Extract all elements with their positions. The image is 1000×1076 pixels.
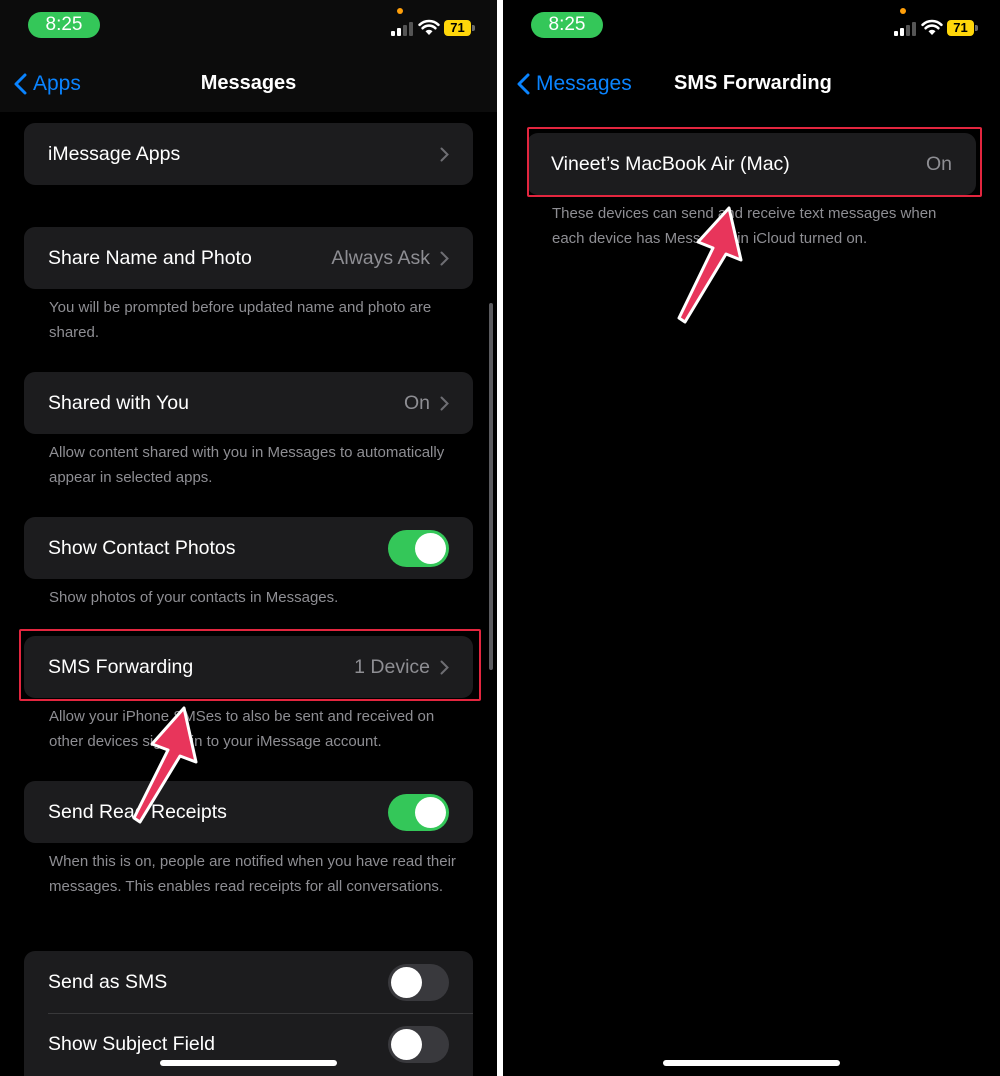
chevron-left-icon [517,73,530,95]
row-label: Show Subject Field [48,1032,215,1055]
wifi-icon [418,19,440,35]
toggle-knob [391,966,422,998]
subject-field-toggle[interactable] [388,1025,449,1063]
row-label: Send Read Receipts [48,800,227,823]
read-receipts-group: Send Read Receipts [24,781,473,843]
cellular-signal-icon [391,22,415,36]
chevron-right-icon [440,147,449,161]
contact-photos-footer: Show photos of your contacts in Messages… [49,589,339,606]
page-title: Messages [200,72,297,94]
status-bar: 8:25 71 [503,0,1000,50]
send-as-sms-toggle[interactable] [388,963,449,1001]
privacy-indicator-dot [900,8,906,14]
battery-tip [472,25,475,31]
row-label: Share Name and Photo [48,246,252,269]
home-indicator[interactable] [663,1060,840,1066]
chevron-right-icon [440,396,449,410]
contact-photos-toggle[interactable] [388,529,449,567]
battery-tip [975,25,978,31]
status-bar: 8:25 71 [0,0,497,50]
chevron-right-icon [440,251,449,265]
scrollbar[interactable] [489,303,493,670]
pointer-arrow-icon [132,706,198,824]
sms-forwarding-footer: Allow your iPhone SMSes to also be sent … [49,708,435,750]
row-value: Always Ask [331,246,430,269]
sms-forwarding-screen: 8:25 71 Messages SMS Forwarding Vineet’s… [503,0,1000,1076]
shared-with-you-footer: Allow content shared with you in Message… [49,444,445,486]
shared-with-you-row[interactable]: Shared with You On [24,372,473,434]
toggle-knob [415,532,446,564]
devices-footer: These devices can send and receive text … [552,205,937,247]
back-button[interactable]: Messages [517,70,632,98]
home-indicator[interactable] [160,1060,337,1066]
send-as-sms-row: Send as SMS [24,951,473,1013]
contact-photos-row: Show Contact Photos [24,517,473,579]
privacy-indicator-dot [397,8,403,14]
row-label: Send as SMS [48,970,168,993]
contact-photos-group: Show Contact Photos [24,517,473,579]
toggle-knob [391,1028,422,1060]
messages-settings-screen: 8:25 71 Apps Messages iMessage Apps Shar… [0,0,497,1076]
navigation-bar: Apps Messages [0,58,497,110]
shared-with-you-group: Shared with You On [24,372,473,434]
highlight-box [527,127,982,197]
share-name-row[interactable]: Share Name and Photo Always Ask [24,227,473,289]
cellular-signal-icon [894,22,918,36]
sms-options-group: Send as SMS Show Subject Field [24,951,473,1076]
status-time: 8:25 [531,12,603,38]
pointer-arrow-icon [677,206,743,324]
read-receipts-row: Send Read Receipts [24,781,473,843]
navigation-bar: Messages SMS Forwarding [503,58,1000,110]
read-receipts-footer: When this is on, people are notified whe… [49,853,456,895]
imessage-apps-row[interactable]: iMessage Apps [24,123,473,185]
toggle-knob [415,796,446,828]
battery-icon: 71 [947,20,974,36]
row-label: Show Contact Photos [48,536,236,559]
row-label: iMessage Apps [48,142,181,165]
back-label: Messages [536,72,632,95]
page-title: SMS Forwarding [674,72,832,94]
highlight-box [19,629,481,701]
row-label: Shared with You [48,391,189,414]
wifi-icon [921,19,943,35]
row-value: On [403,391,430,414]
status-time: 8:25 [28,12,100,38]
share-name-group: Share Name and Photo Always Ask [24,227,473,289]
read-receipts-toggle[interactable] [388,793,449,831]
imessage-apps-group: iMessage Apps [24,123,473,185]
share-name-footer: You will be prompted before updated name… [49,299,432,341]
battery-icon: 71 [444,20,471,36]
